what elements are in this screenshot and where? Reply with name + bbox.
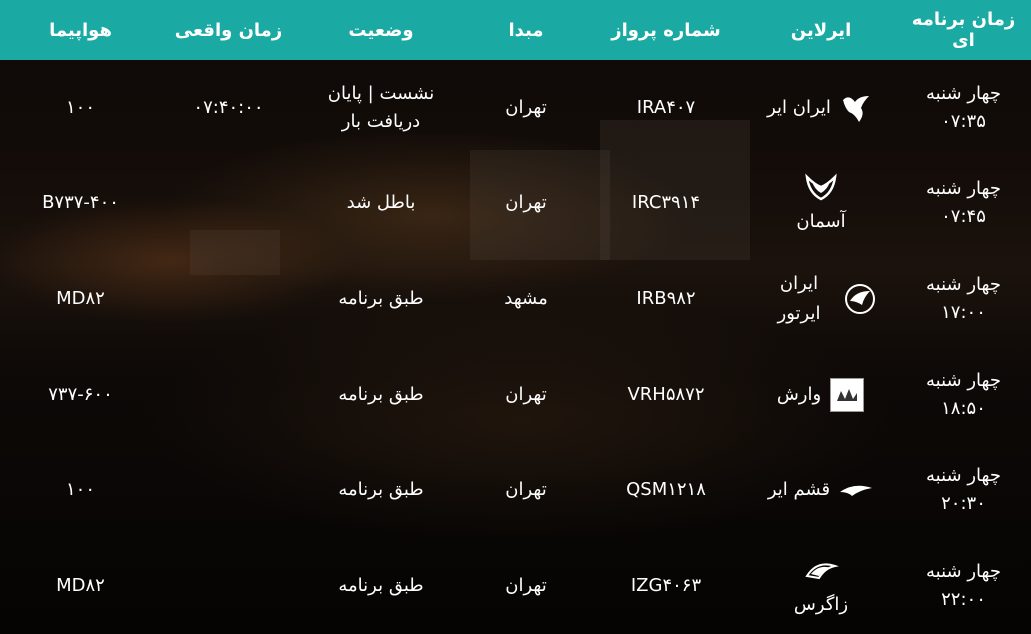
table-header-row: زمان برنامه ای ایرلاین شماره پرواز مبدا … [0,0,1031,60]
airline-name: قشم ایر [767,479,831,501]
header-actual-time: زمان واقعی [174,19,283,41]
scheduled-time-cell: چهار شنبه ۲۲:۰۰ [926,561,1001,611]
header-scheduled-time: زمان برنامه ای [911,9,1016,51]
header-aircraft: هواپیما [49,19,112,41]
header-airline: ایرلاین [790,19,852,41]
varesh-box-icon [829,377,865,413]
airline-name: ایران ایر [767,96,831,118]
table-row: چهار شنبه ۲۲:۰۰ زاگرس IZG۴۰۶۳ تهران طبق … [0,538,1031,634]
flight-number-cell: QSM۱۲۱۸ [626,479,706,501]
origin-cell: تهران [505,192,547,214]
airline-cell: ایران ایر [746,60,896,156]
airline-name: زاگرس [793,594,849,616]
flight-number-cell: IRB۹۸۲ [636,288,696,310]
status-cell: نشست | پایان دریافت بار [327,82,435,132]
actual-time-cell [161,251,296,347]
origin-cell: تهران [505,575,547,597]
actual-time-cell [161,347,296,443]
table-row: چهار شنبه ۱۷:۰۰ ایران ایرتور IRB۹۸۲ مشهد… [0,251,1031,347]
airline-cell: وارش [746,347,896,443]
flight-number-cell: IZG۴۰۶۳ [630,575,702,597]
qeshm-air-icon [838,472,874,508]
aseman-wings-icon [803,169,839,205]
scheduled-time-cell: چهار شنبه ۱۷:۰۰ [926,274,1001,324]
zagros-icon [803,552,839,588]
status-cell: طبق برنامه [338,288,424,310]
aircraft-cell: ۷۳۷-۶۰۰ [48,383,113,405]
aircraft-cell: MD۸۲ [56,288,105,310]
actual-time-cell: ۰۷:۴۰:۰۰ [193,96,264,118]
aircraft-cell: ۱۰۰ [65,479,95,501]
scheduled-time-cell: چهار شنبه ۱۸:۵۰ [926,369,1001,419]
aircraft-cell: ۱۰۰ [65,96,95,118]
actual-time-cell [161,538,296,634]
iran-airtour-icon [842,281,878,317]
airline-cell: زاگرس [746,538,896,634]
header-origin: مبدا [508,19,544,41]
table-row: چهار شنبه ۱۸:۵۰ وارش VRH۵۸۷۲ تهران طبق ب… [0,347,1031,443]
airline-cell: آسمان [746,156,896,252]
table-row: چهار شنبه ۰۷:۴۵ آسمان IRC۳۹۱۴ تهران باطل… [0,156,1031,252]
scheduled-time-cell: چهار شنبه ۰۷:۳۵ [926,82,1001,132]
header-status: وضعیت [348,19,414,41]
table-row: چهار شنبه ۲۰:۳۰ قشم ایر QSM۱۲۱۸ تهران طب… [0,443,1031,539]
status-cell: طبق برنامه [338,479,424,501]
status-cell: باطل شد [346,192,416,214]
header-flight-number: شماره پرواز [611,19,721,41]
status-cell: طبق برنامه [338,575,424,597]
airline-cell: ایران ایرتور [746,251,896,347]
scheduled-time-cell: چهار شنبه ۰۷:۴۵ [926,178,1001,228]
flight-number-cell: IRA۴۰۷ [636,96,696,118]
flight-arrivals-table: زمان برنامه ای ایرلاین شماره پرواز مبدا … [0,0,1031,634]
airline-name: وارش [776,383,822,405]
origin-cell: تهران [505,383,547,405]
status-cell: طبق برنامه [338,383,424,405]
flight-number-cell: VRH۵۸۷۲ [627,383,705,405]
actual-time-cell [161,156,296,252]
iran-air-homa-icon [839,90,875,126]
aircraft-cell: MD۸۲ [56,575,105,597]
actual-time-cell [161,443,296,539]
airline-cell: قشم ایر [746,443,896,539]
table-row: چهار شنبه ۰۷:۳۵ ایران ایر IRA۴۰۷ تهران ن… [0,60,1031,156]
scheduled-time-cell: چهار شنبه ۲۰:۳۰ [926,465,1001,515]
origin-cell: تهران [505,479,547,501]
origin-cell: تهران [505,96,547,118]
aircraft-cell: B۷۳۷-۴۰۰ [42,192,119,214]
airline-name: ایران ایرتور [777,273,821,325]
origin-cell: مشهد [504,288,548,310]
airline-name: آسمان [796,211,846,233]
flight-number-cell: IRC۳۹۱۴ [631,192,701,214]
